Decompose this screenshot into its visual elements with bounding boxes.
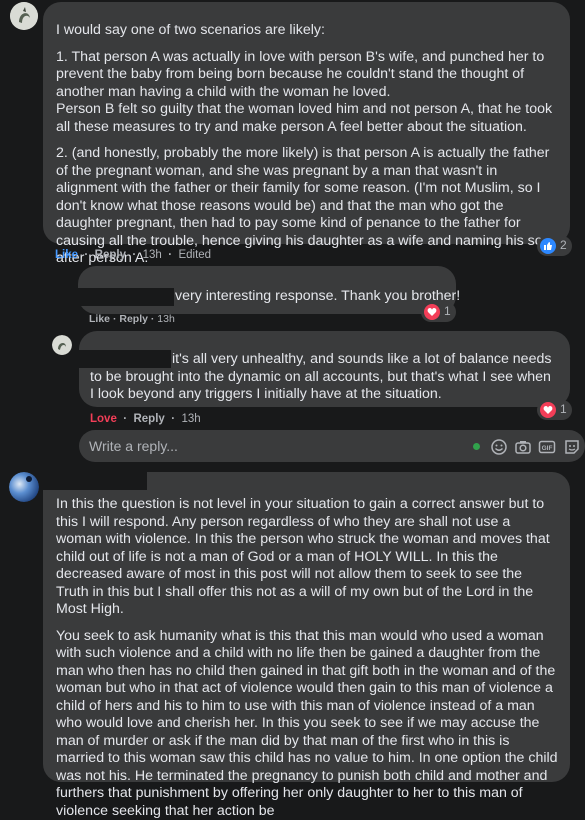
timestamp[interactable]: 13h [143, 249, 162, 261]
avatar[interactable] [52, 335, 72, 355]
sticker-icon[interactable] [563, 438, 581, 456]
like-link[interactable]: Like [55, 249, 78, 261]
avatar[interactable] [10, 2, 38, 30]
reply-text: it's all very unhealthy, and sounds like… [90, 351, 556, 404]
emoji-icon[interactable] [490, 438, 508, 456]
reaction-count: 1 [560, 401, 567, 419]
reply-input-placeholder[interactable]: Write a reply... [89, 438, 178, 456]
redacted-name [43, 472, 147, 490]
reply-meta: Love · Reply · 13h [90, 411, 201, 429]
timestamp[interactable]: 13h [181, 413, 200, 425]
love-link[interactable]: Love [90, 413, 117, 425]
heart-reaction-icon [424, 304, 440, 320]
reply-meta: Like · Reply · 13h [89, 311, 175, 329]
comment-paragraph: You seek to ask humanity what is this th… [56, 628, 558, 820]
reply-text: very interesting response. Thank you bro… [175, 288, 460, 306]
reaction-summary[interactable]: 1 [537, 400, 572, 420]
gif-icon[interactable]: GIF [538, 438, 556, 456]
comment-bubble: In this the question is not level in you… [43, 472, 570, 782]
heart-reaction-icon [540, 402, 556, 418]
reply-link[interactable]: Reply [119, 313, 148, 325]
like-reaction-icon [540, 238, 556, 254]
avatar[interactable] [9, 472, 39, 502]
redacted-name [78, 288, 174, 306]
reaction-count: 1 [444, 303, 451, 321]
comment-paragraph: I would say one of two scenarios are lik… [56, 22, 558, 40]
timestamp[interactable]: 13h [157, 313, 175, 325]
online-dot-icon [473, 443, 480, 450]
svg-text:GIF: GIF [542, 445, 553, 452]
like-link[interactable]: Like [89, 313, 110, 325]
reply-link[interactable]: Reply [95, 249, 126, 261]
comment-meta: Like · Reply · 13h · Edited [55, 247, 211, 265]
reply-link[interactable]: Reply [133, 413, 164, 425]
reply-input[interactable]: Write a reply... GIF [79, 430, 585, 462]
reaction-summary[interactable]: 2 [537, 236, 572, 256]
comment-bubble: I would say one of two scenarios are lik… [43, 2, 570, 244]
redacted-name [60, 4, 220, 18]
reaction-count: 2 [560, 237, 567, 255]
edited-label: Edited [178, 249, 211, 261]
comment-paragraph: 1. That person A was actually in love wi… [56, 49, 558, 137]
reaction-summary[interactable]: 1 [421, 302, 456, 322]
comment-paragraph: In this the question is not level in you… [56, 496, 558, 619]
camera-icon[interactable] [514, 438, 532, 456]
